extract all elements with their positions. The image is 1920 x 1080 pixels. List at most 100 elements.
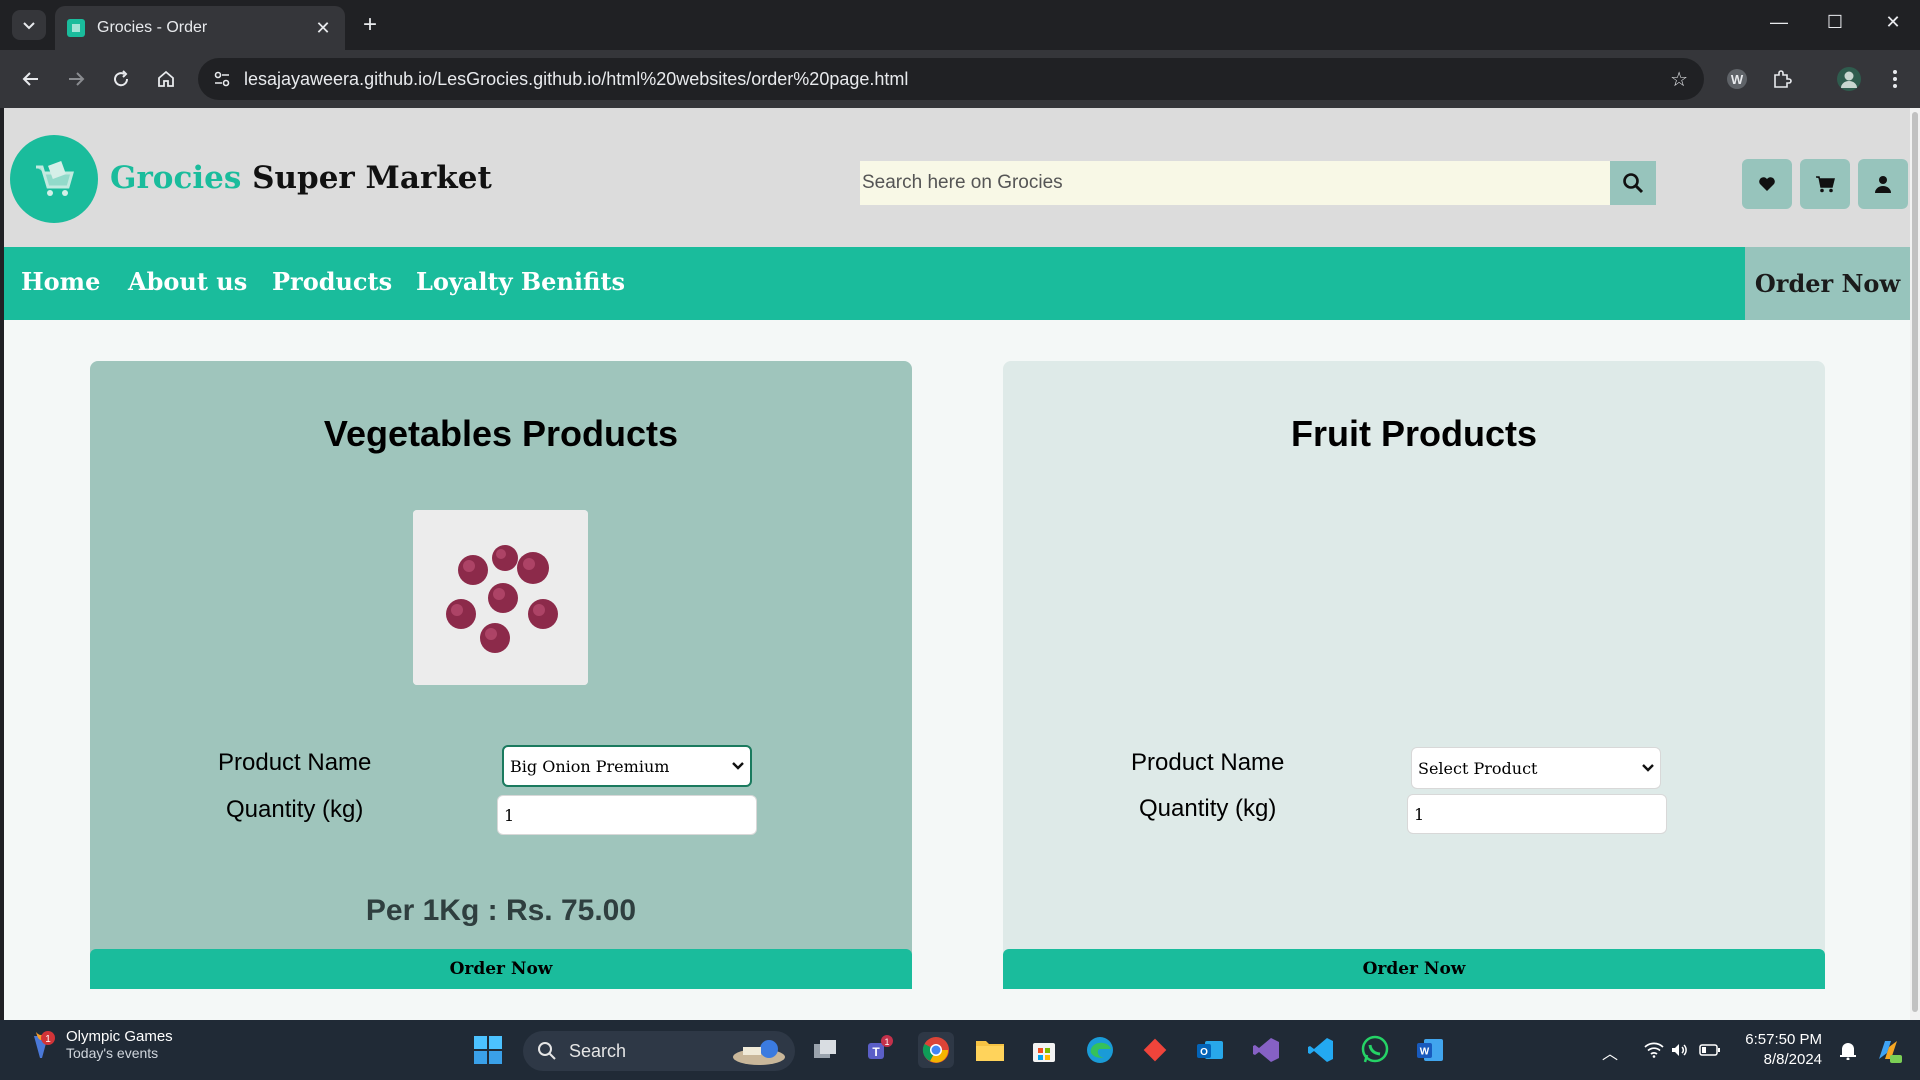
brand-name: Grocies Super Market [110, 160, 492, 196]
edge-icon[interactable] [1082, 1032, 1118, 1068]
wishlist-button[interactable] [1742, 159, 1792, 209]
visual-studio-icon[interactable] [1248, 1032, 1284, 1068]
product-name-label: Product Name [218, 749, 372, 776]
system-clock[interactable]: 6:57:50 PM 8/8/2024 [1740, 1030, 1822, 1070]
widget-badge: 1 [45, 1034, 51, 1045]
search-highlight-icon [733, 1040, 785, 1065]
chevron-down-icon [23, 22, 35, 30]
taskbar-search[interactable]: Search [523, 1031, 795, 1071]
maximize-icon[interactable]: ☐ [1820, 12, 1850, 33]
notifications-bell-icon[interactable] [1830, 1032, 1866, 1068]
extension-w-icon[interactable]: W [1722, 64, 1752, 94]
search-button[interactable] [1610, 161, 1656, 205]
close-window-icon[interactable]: ✕ [1878, 12, 1908, 33]
widget-title: Olympic Games [66, 1028, 173, 1045]
start-button[interactable] [470, 1032, 506, 1068]
reload-button[interactable] [106, 64, 136, 94]
fruits-title: Fruit Products [1290, 413, 1537, 454]
selected-product: Big Onion Premium [510, 756, 670, 776]
nav-home[interactable]: Home [21, 267, 100, 296]
quantity-value: 1 [1414, 804, 1425, 824]
browser-toolbar: lesajayaweera.github.io/LesGrocies.githu… [0, 50, 1920, 108]
back-arrow-icon [22, 72, 38, 86]
vegetables-card: Vegetables Products Product Name Big Oni… [90, 361, 912, 989]
windows-logo-icon [474, 1036, 502, 1064]
nav-about-us[interactable]: About us [128, 267, 247, 296]
favicon-icon [67, 19, 85, 37]
taskbar: 1 Olympic Games Today's events Search T1… [0, 1020, 1920, 1080]
search-icon [538, 1042, 556, 1060]
tab-search-button[interactable] [12, 10, 46, 40]
forward-arrow-icon [69, 72, 85, 86]
vegetables-title: Vegetables Products [323, 413, 679, 454]
reload-icon [114, 70, 129, 87]
nav-order-now[interactable]: Order Now [1745, 247, 1910, 320]
taskbar-search-label: Search [569, 1040, 627, 1061]
active-tab[interactable]: Grocies - Order ✕ [55, 6, 345, 50]
back-button[interactable] [16, 64, 46, 94]
user-icon [1875, 176, 1891, 193]
anydesk-icon[interactable] [1137, 1032, 1173, 1068]
nav-products[interactable]: Products [272, 267, 392, 296]
profile-avatar-icon[interactable] [1834, 64, 1864, 94]
scrollbar-thumb[interactable] [1912, 112, 1918, 1012]
fruit-quantity-input[interactable]: 1 [1407, 794, 1667, 834]
vegetable-product-select[interactable]: Big Onion Premium [502, 745, 752, 787]
file-explorer-icon[interactable] [972, 1032, 1008, 1068]
cart-icon [1816, 176, 1835, 193]
logo[interactable] [10, 135, 98, 223]
quantity-label: Quantity (kg) [226, 796, 364, 823]
battery-icon[interactable] [1692, 1032, 1728, 1068]
bookmark-star-icon[interactable]: ☆ [1670, 67, 1688, 92]
tab-title: Grocies - Order [97, 19, 208, 36]
site-info-icon[interactable] [212, 69, 232, 89]
copilot-icon[interactable] [1870, 1032, 1906, 1068]
brand-name-black: Super Market [252, 160, 492, 196]
tab-close-icon[interactable]: ✕ [313, 18, 333, 39]
vegetable-order-button[interactable]: Order Now [90, 949, 912, 989]
widgets-button[interactable]: 1 Olympic Games Today's events [26, 1028, 173, 1061]
minimize-icon[interactable]: — [1764, 12, 1794, 33]
quantity-label: Quantity (kg) [1139, 795, 1277, 822]
svg-text:T: T [872, 1045, 880, 1059]
extensions-puzzle-icon[interactable] [1767, 64, 1797, 94]
cart-button[interactable] [1800, 159, 1850, 209]
new-tab-button[interactable]: + [356, 12, 384, 40]
price-per-kg: Per 1Kg : Rs. 75.00 [365, 894, 637, 927]
svg-text:W: W [1420, 1047, 1430, 1058]
search-input[interactable] [860, 161, 1612, 205]
microsoft-store-icon[interactable] [1026, 1032, 1062, 1068]
vegetable-quantity-input[interactable]: 1 [497, 795, 757, 835]
search-icon [1623, 173, 1644, 194]
outlook-icon[interactable]: O [1192, 1032, 1228, 1068]
home-button[interactable] [151, 64, 181, 94]
url-text: lesajayaweera.github.io/LesGrocies.githu… [244, 68, 909, 89]
browser-menu-icon[interactable] [1880, 64, 1910, 94]
quantity-value: 1 [504, 805, 515, 825]
forward-button[interactable] [61, 64, 91, 94]
address-bar[interactable]: lesajayaweera.github.io/LesGrocies.githu… [198, 58, 1704, 100]
chrome-icon[interactable] [918, 1032, 954, 1068]
widget-subtitle: Today's events [66, 1045, 159, 1061]
fruit-order-button[interactable]: Order Now [1003, 949, 1825, 989]
teams-badge: 1 [884, 1037, 889, 1047]
fruit-product-select[interactable]: Select Product [1411, 747, 1661, 789]
chevron-down-icon [732, 762, 744, 770]
svg-text:O: O [1200, 1047, 1208, 1058]
account-button[interactable] [1858, 159, 1908, 209]
show-hidden-icons[interactable]: ︿ [1602, 1040, 1618, 1064]
task-view-icon[interactable] [808, 1032, 844, 1068]
whatsapp-icon[interactable] [1357, 1032, 1393, 1068]
site-header: Grocies Super Market [4, 108, 1910, 247]
vscode-icon[interactable] [1303, 1032, 1339, 1068]
web-page: Grocies Super Market Home About us Produ… [4, 108, 1910, 1020]
onion-image-icon [413, 510, 588, 685]
nav-loyalty-benefits[interactable]: Loyalty Benifits [416, 267, 625, 296]
home-icon [158, 70, 174, 87]
page-scrollbar[interactable] [1910, 108, 1920, 1020]
word-icon[interactable]: W [1412, 1032, 1448, 1068]
teams-icon[interactable]: T1 [862, 1032, 898, 1068]
browser-tab-bar: Grocies - Order ✕ + — ☐ ✕ [0, 0, 1920, 50]
clock-time: 6:57:50 PM [1745, 1031, 1822, 1048]
olympic-torch-icon: 1 [26, 1030, 56, 1060]
